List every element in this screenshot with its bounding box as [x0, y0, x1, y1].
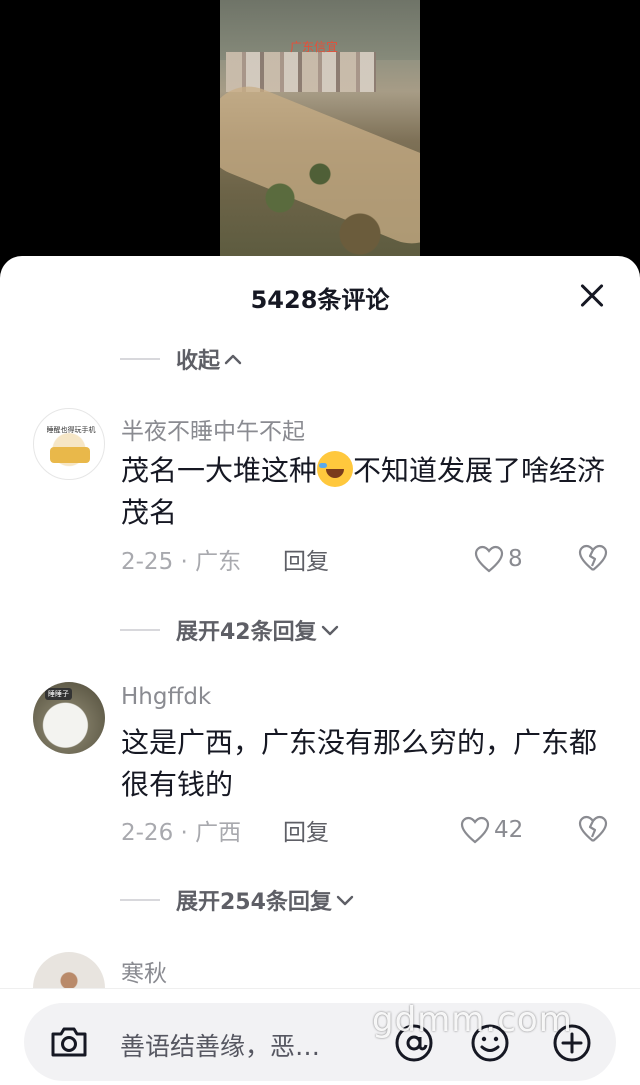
chevron-down-icon — [336, 890, 354, 911]
avatar-caption: 睡睡子 — [45, 688, 72, 700]
comment-count-title: 5428条评论 — [250, 286, 390, 314]
heart-icon — [460, 816, 490, 844]
like-count: 8 — [508, 546, 523, 572]
expand-replies-button[interactable]: 展开254条回复 — [120, 883, 354, 917]
comment-meta: 2-26 · 广西 回复 — [121, 814, 329, 846]
avatar-illustration — [50, 447, 90, 463]
divider-dash — [120, 358, 160, 360]
collapse-replies-button[interactable]: 收起 — [120, 342, 242, 376]
chevron-down-icon — [321, 620, 339, 641]
chevron-up-icon — [224, 349, 242, 370]
shrubs — [220, 150, 420, 270]
heart-icon — [474, 545, 504, 573]
like-button[interactable]: 8 — [474, 543, 523, 575]
comment-author[interactable]: 寒秋 — [121, 954, 167, 988]
expand-label: 展开254条回复 — [176, 890, 332, 915]
video-overlay-text: 广东信宜 — [290, 40, 339, 54]
reply-button[interactable]: 回复 — [283, 542, 329, 576]
comment-sheet: 5428条评论 收起 睡醒也得玩手机 半夜不睡中午不起 茂名一大堆这种 不知道发展… — [0, 256, 640, 1085]
collapse-label: 收起 — [176, 349, 221, 374]
comment-date-location: 2-26 · 广西 — [121, 820, 242, 846]
comment-text: 茂名一大堆这种 不知道发展了啥经济茂名 — [121, 450, 611, 534]
laughing-crying-emoji-icon — [317, 451, 354, 487]
avatar-caption: 睡醒也得玩手机 — [46, 426, 96, 434]
expand-replies-button[interactable]: 展开42条回复 — [120, 613, 339, 647]
sheet-header: 5428条评论 — [0, 256, 640, 336]
like-button[interactable]: 42 — [460, 814, 523, 846]
avatar[interactable]: 睡睡子 — [33, 682, 105, 754]
comment-date-location: 2-25 · 广东 — [121, 549, 242, 575]
comment-author[interactable]: Hhgffdk — [121, 684, 211, 710]
close-icon[interactable] — [574, 278, 610, 314]
comment-text-part: 茂名一大堆这种 — [121, 454, 318, 487]
site-watermark: gdmm.com — [372, 1000, 573, 1040]
comment-author[interactable]: 半夜不睡中午不起 — [121, 412, 305, 446]
comment-text: 这是广西，广东没有那么穷的，广东都很有钱的 — [121, 726, 598, 801]
expand-label: 展开42条回复 — [176, 620, 317, 645]
divider-dash — [120, 899, 160, 901]
divider-dash — [120, 629, 160, 631]
like-count: 42 — [494, 817, 524, 843]
broken-heart-icon[interactable] — [578, 815, 608, 845]
reply-button[interactable]: 回复 — [283, 813, 329, 847]
avatar[interactable]: 睡醒也得玩手机 — [33, 408, 105, 480]
comment-meta: 2-25 · 广东 回复 — [121, 543, 329, 575]
broken-heart-icon[interactable] — [578, 544, 608, 574]
video-thumbnail[interactable]: 广东信宜 — [220, 0, 420, 270]
camera-icon[interactable] — [49, 1025, 89, 1059]
input-placeholder: 善语结善缘，恶… — [120, 1032, 321, 1061]
